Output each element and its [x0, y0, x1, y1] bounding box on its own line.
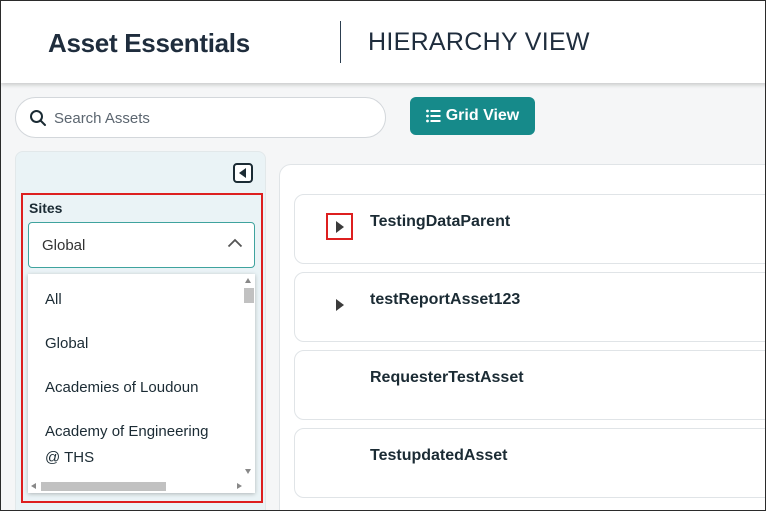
list-icon: [425, 109, 441, 123]
sites-option-academy-of-engineering[interactable]: Academy of Engineering: [45, 419, 208, 445]
caret-left-icon: [239, 168, 246, 178]
asset-name[interactable]: TestupdatedAsset: [370, 447, 508, 465]
sites-selected-value: Global: [42, 237, 86, 254]
asset-name[interactable]: RequesterTestAsset: [370, 369, 524, 387]
caret-right-icon: [335, 220, 344, 233]
grid-view-button[interactable]: Grid View: [410, 97, 535, 135]
grid-view-label: Grid View: [445, 107, 520, 124]
sites-dropdown[interactable]: Global: [28, 222, 255, 268]
scroll-left-icon[interactable]: [31, 483, 36, 489]
asset-row[interactable]: [294, 350, 765, 420]
expand-toggle[interactable]: [326, 213, 353, 240]
asset-row[interactable]: [294, 428, 765, 498]
sites-option-ths[interactable]: @ THS: [45, 445, 94, 471]
app-title: Asset Essentials: [48, 28, 250, 58]
collapse-sidebar-button[interactable]: [233, 163, 253, 183]
horizontal-scrollbar[interactable]: [31, 481, 242, 491]
sites-option-academies-of-loudoun[interactable]: Academies of Loudoun: [45, 375, 198, 401]
scroll-up-icon[interactable]: [245, 278, 251, 283]
sites-option-global[interactable]: Global: [45, 331, 88, 357]
asset-row[interactable]: [294, 272, 765, 342]
asset-name[interactable]: TestingDataParent: [370, 213, 510, 231]
sites-label: Sites: [29, 200, 63, 216]
vertical-scrollbar[interactable]: [243, 278, 254, 474]
asset-row[interactable]: [294, 194, 765, 264]
sites-option-all[interactable]: All: [45, 287, 62, 313]
asset-name[interactable]: testReportAsset123: [370, 291, 520, 309]
sites-filter: Sites Global All Global Academies of Lou…: [21, 193, 263, 503]
top-header: Asset Essentials HIERARCHY VIEW: [1, 1, 765, 83]
horizontal-scroll-thumb[interactable]: [41, 482, 166, 491]
search-box[interactable]: [15, 97, 386, 138]
search-icon: [30, 110, 46, 126]
search-input[interactable]: [54, 107, 374, 129]
sites-options-list[interactable]: All Global Academies of Loudoun Academy …: [28, 274, 255, 493]
app-window: Asset Essentials HIERARCHY VIEW Grid Vie…: [0, 0, 766, 511]
caret-right-icon: [335, 298, 344, 311]
expand-toggle[interactable]: [326, 291, 353, 318]
header-divider: [340, 21, 341, 63]
vertical-scroll-thumb[interactable]: [244, 288, 254, 303]
chevron-up-icon: [227, 238, 243, 248]
scroll-right-icon[interactable]: [237, 483, 242, 489]
view-title: HIERARCHY VIEW: [368, 28, 590, 56]
scroll-down-icon[interactable]: [245, 469, 251, 474]
